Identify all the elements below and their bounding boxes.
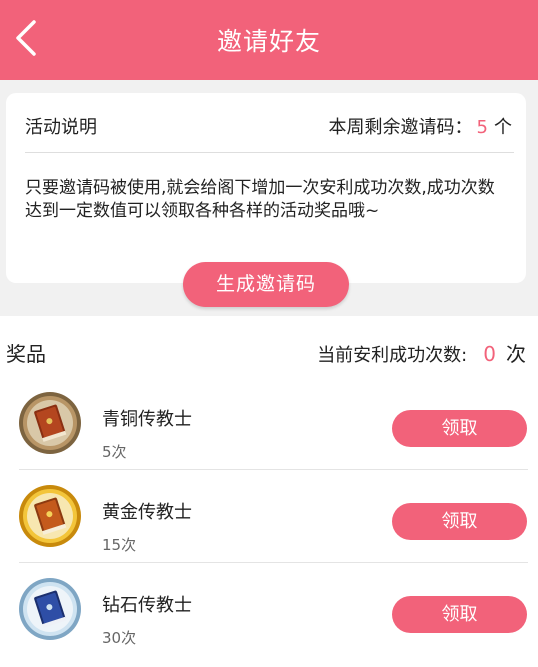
remaining-value: 5: [476, 117, 488, 138]
prize-row-gold: 黄金传教士 15次 领取: [0, 470, 538, 563]
activity-card: 活动说明 本周剩余邀请码： 5 个 只要邀请码被使用,就会给阁下增加一次安利成功次数…: [6, 93, 526, 283]
activity-title: 活动说明: [25, 117, 97, 138]
claim-button-gold[interactable]: 领取: [392, 503, 527, 540]
prize-name: 黄金传教士: [102, 502, 192, 523]
prize-required-count: 15次: [102, 536, 137, 554]
page-title: 邀请好友: [216, 27, 321, 56]
prize-required-count: 5次: [102, 443, 127, 461]
prize-name: 钻石传教士: [102, 595, 192, 616]
prize-row-diamond: 钻石传教士 30次 领取: [0, 563, 538, 656]
diamond-medal-book-icon: [19, 578, 81, 640]
app-header: 邀请好友: [0, 0, 538, 80]
success-count-unit: 次: [506, 342, 526, 366]
remaining-label: 本周剩余邀请码：: [328, 117, 473, 138]
success-count-label: 当前安利成功次数:: [317, 345, 468, 366]
remaining-invite-codes: 本周剩余邀请码： 5 个: [329, 113, 512, 139]
prize-name: 青铜传教士: [102, 409, 192, 430]
prize-row-bronze: 青铜传教士 5次 领取: [0, 377, 538, 470]
prize-required-count: 30次: [102, 629, 137, 647]
prizes-heading: 奖品: [6, 342, 46, 366]
claim-button-bronze[interactable]: 领取: [392, 410, 527, 447]
bronze-medal-book-icon: [19, 392, 81, 454]
activity-description: 只要邀请码被使用,就会给阁下增加一次安利成功次数,成功次数达到一定数值可以领取各…: [25, 178, 495, 221]
success-count: 当前安利成功次数: 0 次: [317, 338, 526, 367]
claim-button-diamond[interactable]: 领取: [392, 596, 527, 633]
success-count-value: 0: [483, 342, 496, 366]
remaining-unit: 个: [494, 117, 512, 138]
divider: [25, 152, 514, 153]
gold-medal-book-icon: [19, 485, 81, 547]
generate-invite-code-button[interactable]: 生成邀请码: [183, 262, 349, 307]
